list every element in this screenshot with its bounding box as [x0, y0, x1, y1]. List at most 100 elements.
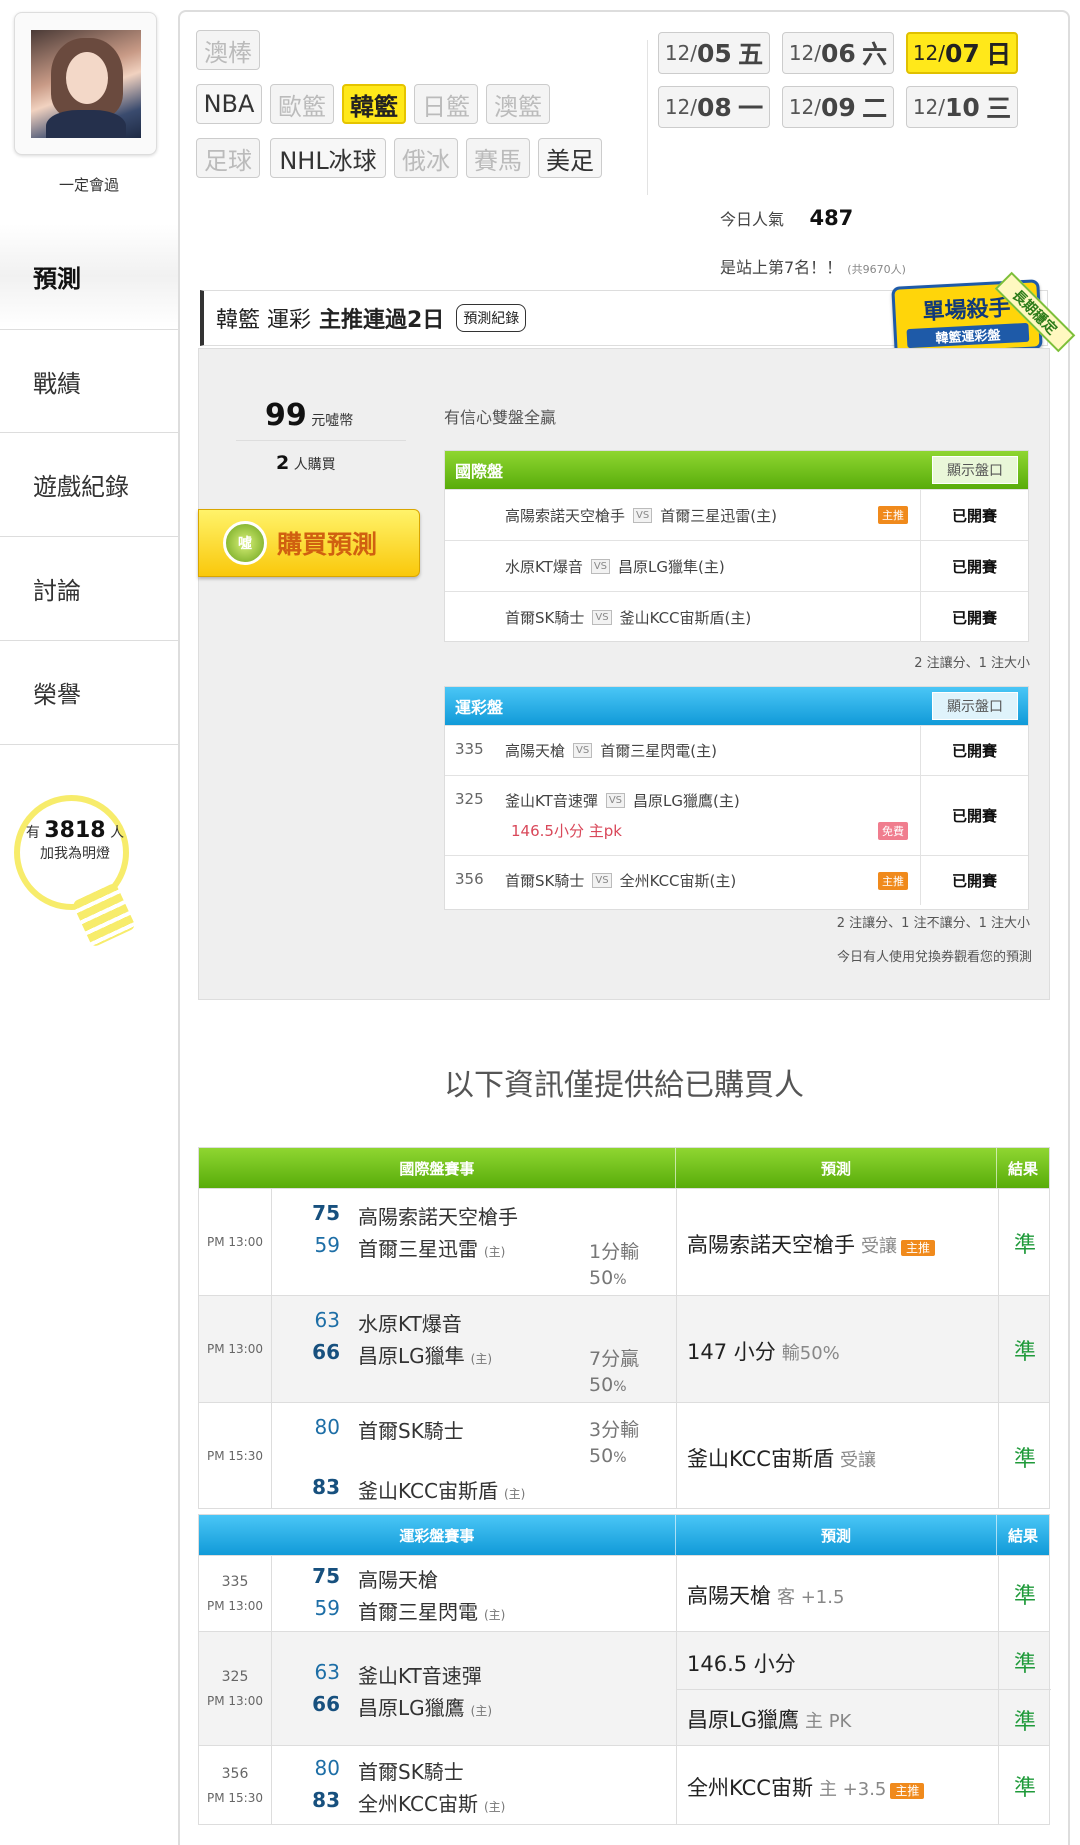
date-tab-1209[interactable]: 12/09 二	[782, 86, 894, 128]
sport-tab-jpn-basketball[interactable]: 日籃	[414, 84, 478, 124]
list-item: 水原KT爆音 VS 昌原LG獵隼(主) 已開賽	[445, 540, 1028, 591]
intl-note: 2 注讓分、1 注大小	[914, 656, 1030, 671]
lottery-box: 運彩盤 顯示盤口 335 高陽天槍 VS 首爾三星閃電(主) 已開賽 325 釜山K…	[444, 686, 1029, 910]
date-tab-1210[interactable]: 12/10 三	[906, 86, 1018, 128]
score: 59	[314, 1596, 340, 1620]
result-correct: 準	[1013, 1233, 1036, 1258]
score: 63	[314, 1660, 340, 1684]
list-item: 325 釜山KT音速彈 VS 昌原LG獵鷹(主) 146.5小分 主pk 免費 已開…	[445, 775, 1028, 855]
sport-tab-aus-basketball[interactable]: 澳籃	[486, 84, 550, 124]
lamp-count: 3818	[44, 818, 106, 843]
team-name: 昌原LG獵隼	[358, 1344, 465, 1368]
divider	[236, 440, 406, 441]
sport-tab-nhl[interactable]: NHL冰球	[270, 138, 386, 178]
score: 80	[314, 1756, 340, 1780]
game-time: 356 PM 15:30	[199, 1746, 272, 1825]
intl-show-odds-button[interactable]: 顯示盤口	[932, 456, 1018, 484]
buyers-count: 2 人購買	[276, 452, 336, 474]
list-item: 高陽索諾天空槍手 VS 首爾三星迅雷(主) 主推 已開賽	[445, 489, 1028, 540]
sport-tab-russia-hockey[interactable]: 俄冰	[394, 138, 458, 178]
list-item: 首爾SK騎士 VS 釜山KCC宙斯盾(主) 已開賽	[445, 591, 1028, 642]
result-correct: 準	[1013, 1776, 1036, 1801]
vs-icon: VS	[590, 558, 611, 574]
col-result: 結果	[1008, 1159, 1039, 1178]
avatar[interactable]	[31, 30, 141, 138]
game-state: 已開賽	[920, 592, 1028, 642]
price-value: 99	[265, 398, 307, 433]
score: 83	[312, 1788, 340, 1812]
date-tab-1207[interactable]: 12/07 日	[906, 32, 1018, 74]
team-name: 首爾SK騎士	[358, 1760, 464, 1784]
confidence-text: 有信心雙盤全贏	[444, 408, 557, 427]
game-time: PM 15:30	[199, 1403, 272, 1509]
lamp-cta: 加我為明燈	[40, 846, 110, 862]
buyers-only-heading: 以下資訊僅提供給已購買人	[444, 1068, 804, 1103]
sport-tab-euro-basketball[interactable]: 歐籃	[270, 84, 334, 124]
team-name: 釜山KT音速彈	[358, 1664, 482, 1688]
score: 75	[312, 1201, 340, 1225]
date-tab-1208[interactable]: 12/08 一	[658, 86, 770, 128]
intl-title: 國際盤	[455, 462, 504, 481]
popularity-total: (共9670人)	[847, 263, 906, 276]
sport-tab-aus-baseball[interactable]: 澳棒	[196, 30, 260, 70]
prediction: 146.5 小分	[687, 1652, 796, 1676]
avatar-frame[interactable]	[14, 12, 157, 155]
prediction-record-button[interactable]: 預測紀錄	[456, 304, 527, 332]
game-state: 已開賽	[920, 776, 1028, 855]
result-correct: 準	[1013, 1710, 1036, 1735]
nav-item-record[interactable]: 戰績	[0, 329, 178, 433]
sport-tab-soccer[interactable]: 足球	[196, 138, 260, 178]
prediction: 高陽索諾天空槍手	[687, 1233, 855, 1257]
vs-icon: VS	[633, 507, 653, 523]
free-pick-text: 146.5小分 主pk	[511, 822, 622, 840]
popularity-value: 487	[809, 206, 854, 230]
table-row: 325 PM 13:00 63 釜山KT音速彈 66 昌原LG獵鷹 (主) 146.…	[199, 1631, 1051, 1745]
spread-result: 7分贏	[589, 1348, 640, 1370]
sport-tab-us-football[interactable]: 美足	[538, 138, 602, 178]
price-unit: 元噓幣	[311, 413, 354, 429]
username[interactable]: 一定會過	[0, 174, 178, 195]
nav-item-discussion[interactable]: 討論	[0, 537, 178, 641]
prediction: 昌原LG獵鷹	[687, 1708, 799, 1732]
nav-item-predict[interactable]: 預測	[0, 224, 178, 328]
col-game: 運彩盤賽事	[199, 1515, 676, 1555]
lamp-follow[interactable]: 有 3818 人 加我為明燈	[20, 818, 130, 863]
buy-label: 購買預測	[277, 530, 378, 559]
sport-tab-kor-basketball[interactable]: 韓籃	[342, 84, 406, 124]
intl-results-table: 國際盤賽事 預測 結果 PM 13:00 75 高陽索諾天空槍手 59 首爾三星…	[198, 1147, 1050, 1509]
divider	[677, 1689, 1051, 1690]
date-tab-1205[interactable]: 12/05 五	[658, 32, 770, 74]
main-pick-tag: 主推	[878, 506, 908, 524]
sport-tab-nba[interactable]: NBA	[196, 84, 262, 124]
vs-icon: VS	[592, 609, 612, 625]
table-header: 國際盤賽事 預測 結果	[199, 1148, 1049, 1188]
game-time: PM 13:00	[199, 1296, 272, 1402]
banner-title: 韓籃 運彩	[216, 308, 311, 333]
col-prediction: 預測	[676, 1515, 998, 1555]
date-tab-1206[interactable]: 12/06 六	[782, 32, 894, 74]
nav-item-honor[interactable]: 榮譽	[0, 641, 178, 745]
spread-result: 1分輸	[589, 1241, 640, 1263]
result-correct: 準	[1013, 1652, 1036, 1677]
buy-prediction-button[interactable]: 噓 購買預測	[198, 509, 420, 577]
exchange-note: 今日有人使用兌換券觀看您的預測	[836, 950, 1032, 965]
team-name: 首爾三星迅雷	[358, 1237, 478, 1261]
sidebar: 一定會過 預測 戰績 遊戲紀錄 討論 榮譽 有 3818 人 加我為明燈	[0, 0, 178, 1845]
lottery-note: 2 注讓分、1 注不讓分、1 注大小	[836, 916, 1030, 931]
list-item: 356 首爾SK騎士 VS 全州KCC宙斯(主) 主推 已開賽	[445, 855, 1028, 905]
banner-streak: 主推連過2日	[319, 308, 445, 333]
lamp-suffix: 人	[110, 825, 125, 841]
score: 83	[312, 1475, 340, 1499]
prediction: 147 小分	[687, 1340, 776, 1364]
sport-tab-horse-racing[interactable]: 賽馬	[466, 138, 530, 178]
popularity-label: 今日人氣	[720, 210, 785, 229]
team-name: 釜山KCC宙斯盾	[358, 1479, 498, 1503]
table-header: 運彩盤賽事 預測 結果	[199, 1515, 1049, 1555]
lottery-results-table: 運彩盤賽事 預測 結果 335 PM 13:00 75 高陽天槍 59 首爾三星閃…	[198, 1514, 1051, 1825]
popularity-rank: 是站上第7名！！ (共9670人)	[720, 258, 906, 277]
nav-item-game-log[interactable]: 遊戲紀錄	[0, 433, 178, 537]
table-row: 335 PM 13:00 75 高陽天槍 59 首爾三星閃電 (主) 高陽天槍客 +…	[199, 1555, 1049, 1631]
main-pick-tag: 主推	[890, 1783, 925, 1799]
main-pick-tag: 主推	[878, 872, 908, 890]
lottery-show-odds-button[interactable]: 顯示盤口	[932, 692, 1018, 720]
